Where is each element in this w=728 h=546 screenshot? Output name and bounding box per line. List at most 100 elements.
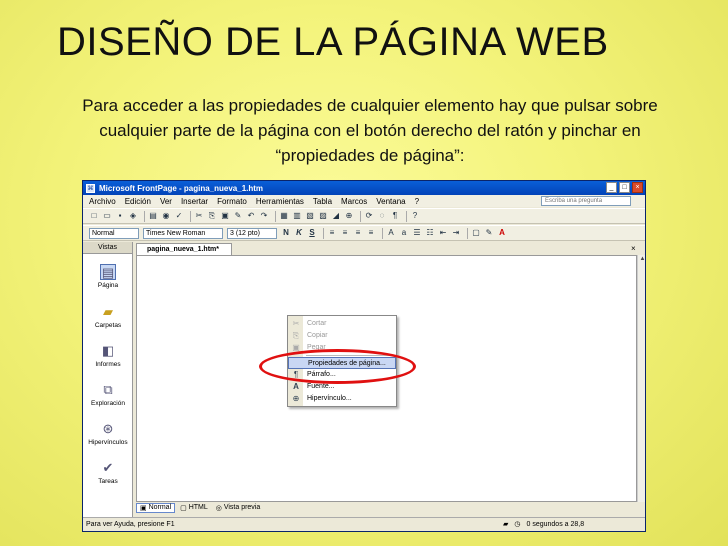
ask-question-input[interactable]: Escriba una pregunta xyxy=(541,196,631,206)
font-icon: A xyxy=(293,382,299,391)
status-help-text: Para ver Ayuda, presione F1 xyxy=(86,521,175,528)
scroll-up-icon[interactable]: ▲ xyxy=(638,255,645,264)
menu-ver[interactable]: Ver xyxy=(160,197,172,206)
menu-ventana[interactable]: Ventana xyxy=(376,197,405,206)
menu-formato[interactable]: Formato xyxy=(217,197,247,206)
menu-insertar[interactable]: Insertar xyxy=(181,197,208,206)
frontpage-screenshot: ⌘ Microsoft FrontPage - pagina_nueva_1.h… xyxy=(82,180,646,532)
tab-vista-previa[interactable]: ◎ Vista previa xyxy=(213,504,264,512)
numbering-icon[interactable]: ☰ xyxy=(412,228,422,238)
copy-icon: ⎘ xyxy=(292,331,300,340)
print-icon[interactable]: ▤ xyxy=(148,211,158,221)
toolbar-separator xyxy=(323,227,324,239)
toolbar-separator xyxy=(360,210,361,222)
toolbar-separator xyxy=(190,210,191,222)
undo-icon[interactable]: ↶ xyxy=(246,211,256,221)
insert-table-icon[interactable]: ▥ xyxy=(292,211,302,221)
folders-view-icon: ▰ xyxy=(103,304,113,319)
views-panel-header: Vistas xyxy=(83,242,132,254)
layers-icon[interactable]: ▧ xyxy=(305,211,315,221)
cut-icon[interactable]: ✂ xyxy=(194,211,204,221)
red-highlight-oval xyxy=(259,349,416,384)
menu-edicion[interactable]: Edición xyxy=(125,197,151,206)
increase-font-icon[interactable]: A xyxy=(386,228,396,238)
view-tareas[interactable]: ✔ Tareas xyxy=(83,460,133,485)
menu-marcos[interactable]: Marcos xyxy=(341,197,367,206)
drawing-icon[interactable]: ◢ xyxy=(331,211,341,221)
view-pagina[interactable]: ▤ Página xyxy=(83,264,133,289)
picture-icon[interactable]: ▨ xyxy=(318,211,328,221)
view-pagina-label: Página xyxy=(97,282,119,289)
decrease-font-icon[interactable]: a xyxy=(399,228,409,238)
format-toolbar: Normal Times New Roman 3 (12 pto) N K S … xyxy=(83,225,645,241)
ctx-item-copiar[interactable]: ⎘ Copiar xyxy=(288,330,396,342)
publish-icon[interactable]: ◈ xyxy=(128,211,138,221)
menu-help[interactable]: ? xyxy=(415,197,419,206)
toolbar-separator xyxy=(275,210,276,222)
slide-text: Para acceder a las propiedades de cualqu… xyxy=(82,96,658,165)
justify-icon[interactable]: ≡ xyxy=(366,228,376,238)
ctx-item-hipervinculo[interactable]: ⊕ Hipervínculo... xyxy=(288,393,396,405)
preview-view-icon: ◎ xyxy=(215,504,224,512)
navigation-view-icon: ⧉ xyxy=(103,382,113,397)
tab-normal-label: Normal xyxy=(148,504,172,511)
increase-indent-icon[interactable]: ⇥ xyxy=(451,228,461,238)
tab-html[interactable]: ▢ HTML xyxy=(177,504,211,512)
tab-normal[interactable]: ▣ Normal xyxy=(136,502,176,513)
paste-icon[interactable]: ▣ xyxy=(220,211,230,221)
help-icon[interactable]: ? xyxy=(410,211,420,221)
menu-tabla[interactable]: Tabla xyxy=(313,197,332,206)
align-right-icon[interactable]: ≡ xyxy=(353,228,363,238)
decrease-indent-icon[interactable]: ⇤ xyxy=(438,228,448,238)
size-select[interactable]: 3 (12 pto) xyxy=(227,227,277,239)
scissors-icon: ✂ xyxy=(292,319,300,328)
format-painter-icon[interactable]: ✎ xyxy=(233,211,243,221)
underline-button[interactable]: S xyxy=(307,228,317,238)
hyperlinks-view-icon: ⊛ xyxy=(102,421,114,436)
redo-icon[interactable]: ↷ xyxy=(259,211,269,221)
ctx-item-copiar-label: Copiar xyxy=(307,332,328,339)
font-select[interactable]: Times New Roman xyxy=(143,227,223,239)
style-select[interactable]: Normal xyxy=(89,227,139,239)
views-panel: Vistas ▤ Página ▰ Carpetas ◧ Informes ⧉ … xyxy=(83,242,133,519)
font-color-icon[interactable]: A xyxy=(497,228,507,238)
view-carpetas-label: Carpetas xyxy=(94,322,122,329)
toolbar-separator xyxy=(467,227,468,239)
copy-icon[interactable]: ⎘ xyxy=(207,211,217,221)
menu-archivo[interactable]: Archivo xyxy=(89,197,116,206)
ctx-item-cortar[interactable]: ✂ Cortar xyxy=(288,318,396,330)
view-exploracion[interactable]: ⧉ Exploración xyxy=(83,382,133,407)
show-all-icon[interactable]: ¶ xyxy=(390,211,400,221)
new-page-icon[interactable]: □ xyxy=(89,211,99,221)
close-document-icon[interactable]: × xyxy=(631,244,636,253)
bullets-icon[interactable]: ☷ xyxy=(425,228,435,238)
borders-icon[interactable]: ▢ xyxy=(471,228,481,238)
standard-toolbar: □ ▭ ▪ ◈ ▤ ◉ ✓ ✂ ⎘ ▣ ✎ ↶ ↷ ▦ ▥ ▧ ▨ ◢ ⊕ ⟳ … xyxy=(83,208,645,224)
normal-view-icon: ▣ xyxy=(140,504,149,512)
maximize-button[interactable]: □ xyxy=(619,182,630,193)
align-center-icon[interactable]: ≡ xyxy=(340,228,350,238)
minimize-button[interactable]: _ xyxy=(606,182,617,193)
document-tab[interactable]: pagina_nueva_1.htm* xyxy=(136,243,232,255)
align-left-icon[interactable]: ≡ xyxy=(327,228,337,238)
menu-herramientas[interactable]: Herramientas xyxy=(256,197,304,206)
preview-icon[interactable]: ◉ xyxy=(161,211,171,221)
vertical-scrollbar[interactable]: ▲ xyxy=(637,255,645,502)
stop-icon[interactable]: ◌ xyxy=(377,211,387,221)
bold-button[interactable]: N xyxy=(281,228,291,238)
italic-button[interactable]: K xyxy=(294,228,304,238)
refresh-icon[interactable]: ⟳ xyxy=(364,211,374,221)
open-icon[interactable]: ▭ xyxy=(102,211,112,221)
toolbar-separator xyxy=(382,227,383,239)
spelling-icon[interactable]: ✓ xyxy=(174,211,184,221)
highlight-icon[interactable]: ✎ xyxy=(484,228,494,238)
view-hipervinculos[interactable]: ⊛ Hipervínculos xyxy=(83,421,133,446)
close-button[interactable]: × xyxy=(632,182,643,193)
view-informes[interactable]: ◧ Informes xyxy=(83,343,133,368)
ctx-item-cortar-label: Cortar xyxy=(307,320,327,327)
web-component-icon[interactable]: ▦ xyxy=(279,211,289,221)
slide-title: DISEÑO DE LA PÁGINA WEB xyxy=(57,20,609,64)
hyperlink-toolbar-icon[interactable]: ⊕ xyxy=(344,211,354,221)
view-carpetas[interactable]: ▰ Carpetas xyxy=(83,304,133,329)
save-icon[interactable]: ▪ xyxy=(115,211,125,221)
